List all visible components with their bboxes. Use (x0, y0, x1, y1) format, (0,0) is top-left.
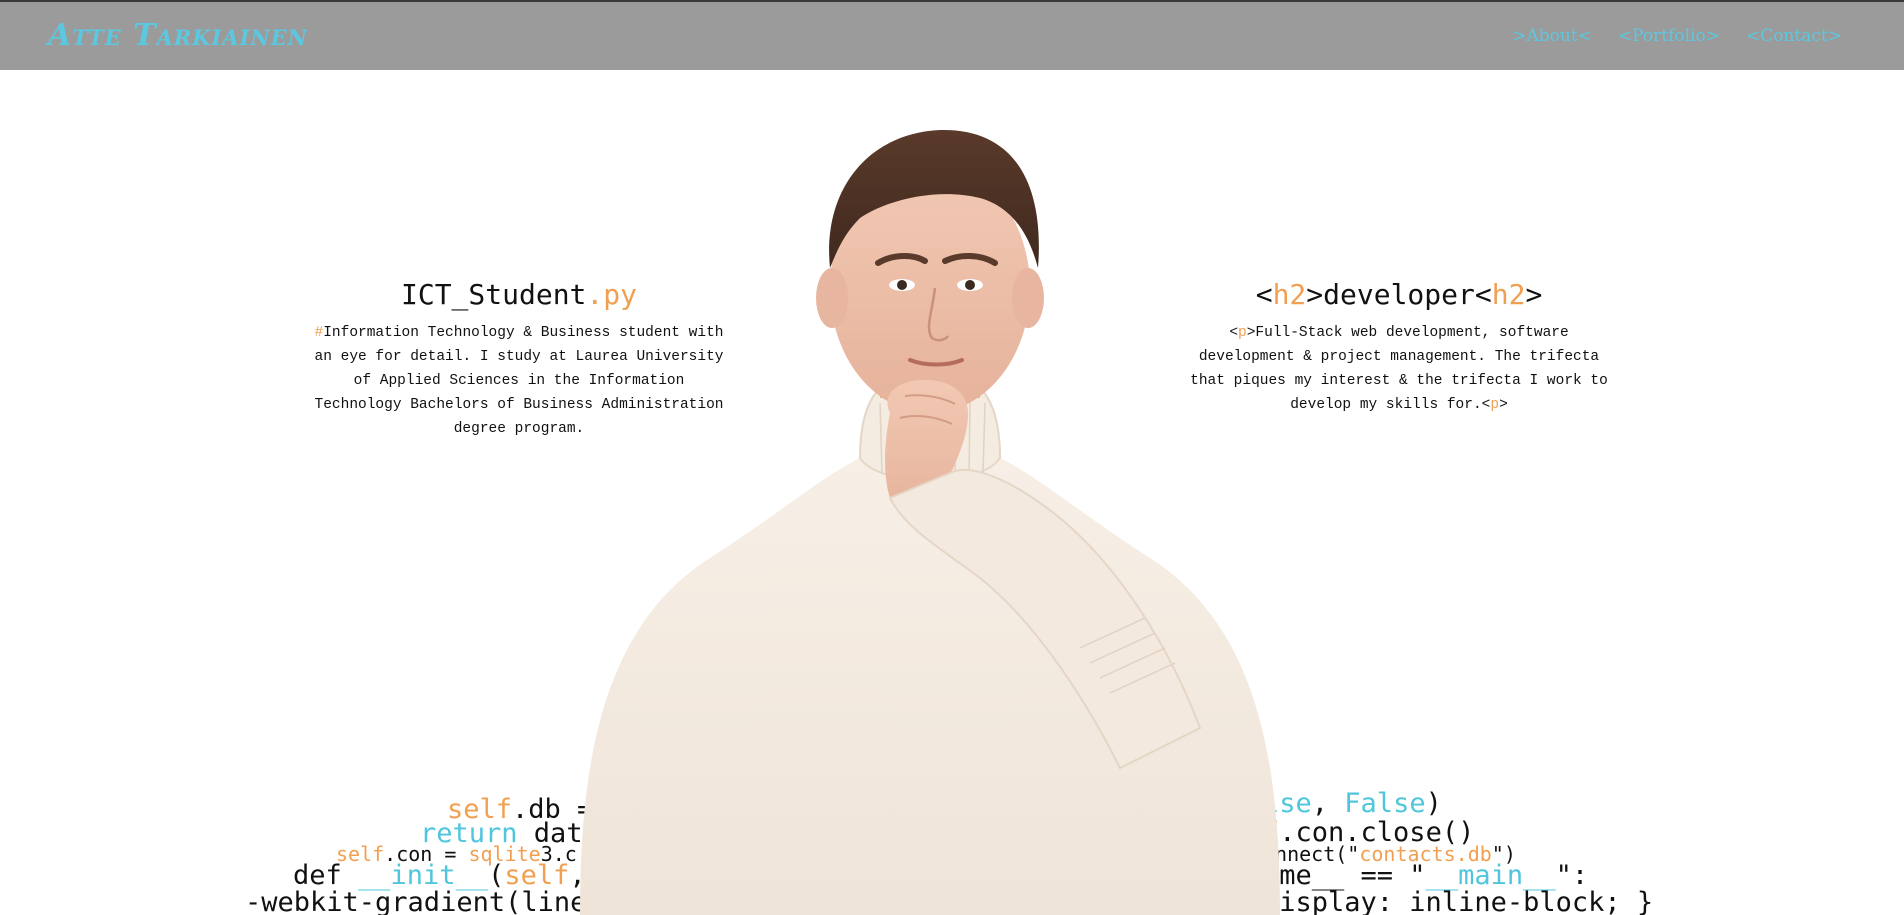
code-line-right-5: display: inline-block; } (1263, 887, 1654, 915)
top-navbar: Atte Tarkiainen >About< <Portfolio> <Con… (0, 0, 1904, 70)
code-line-left-4: def __init__(self, (293, 860, 586, 891)
nav-links: >About< <Portfolio> <Contact> (1512, 26, 1842, 46)
code-line-left-5: -webkit-gradient(linea (245, 887, 603, 915)
nav-link-portfolio[interactable]: <Portfolio> (1618, 26, 1720, 46)
brand-logo[interactable]: Atte Tarkiainen (48, 18, 308, 53)
code-line-left-3: self.con = sqlite3.c (336, 842, 577, 866)
code-line-right-4: ame__ == "__main__": (1263, 860, 1589, 891)
portrait-photo (580, 129, 1280, 915)
nav-link-about[interactable]: >About< (1512, 26, 1592, 46)
nav-link-contact[interactable]: <Contact> (1746, 26, 1842, 46)
code-line-right-3: onnect("contacts.db") (1263, 842, 1516, 866)
